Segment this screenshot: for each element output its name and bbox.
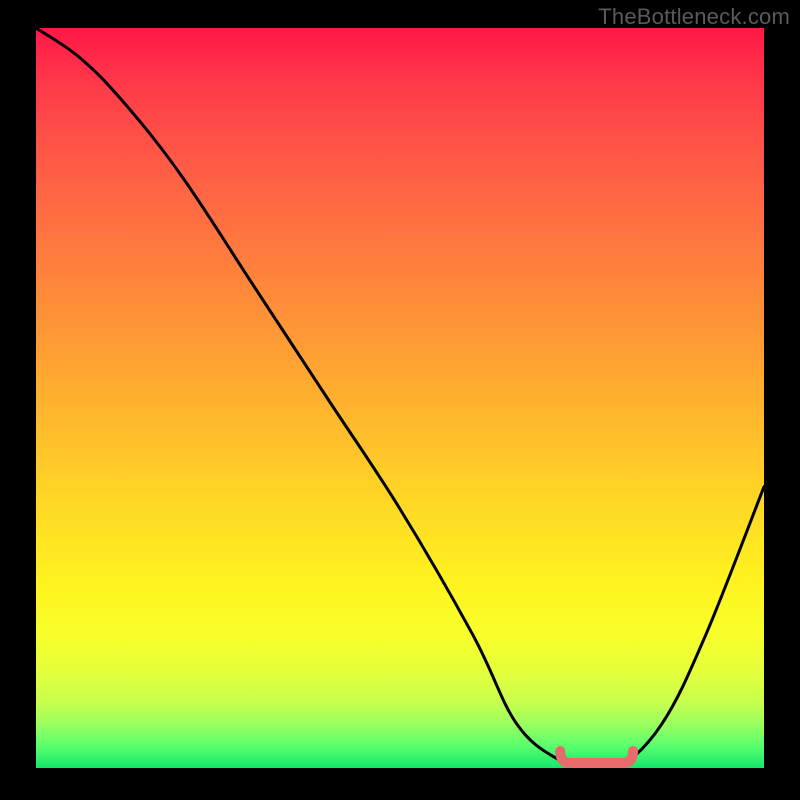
- curve-layer: [36, 28, 764, 768]
- optimal-range-marker: [560, 751, 633, 763]
- plot-area: [36, 28, 764, 768]
- watermark-text: TheBottleneck.com: [598, 4, 790, 30]
- chart-frame: TheBottleneck.com: [0, 0, 800, 800]
- bottleneck-curve-path: [36, 28, 764, 768]
